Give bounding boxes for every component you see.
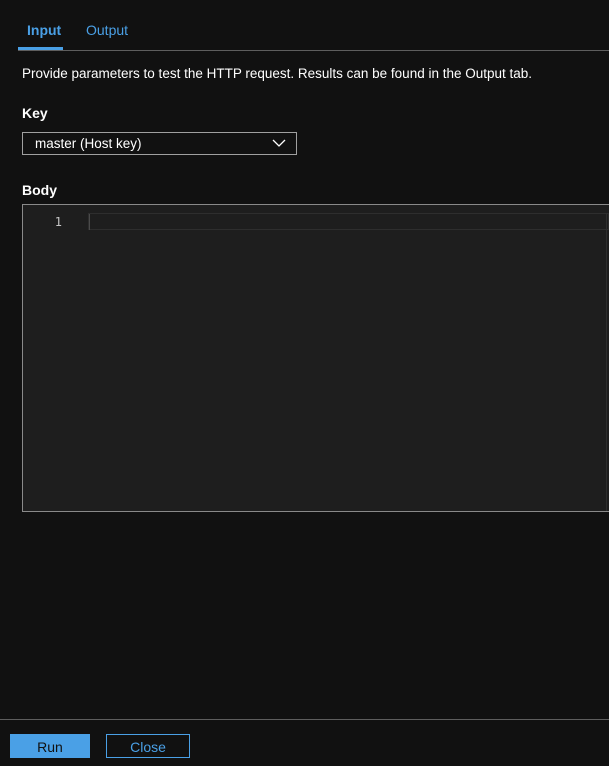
instructions-text: Provide parameters to test the HTTP requ… [22, 66, 533, 81]
text-cursor [89, 214, 90, 230]
key-label: Key [22, 105, 48, 121]
body-editor[interactable]: 1 [22, 204, 609, 512]
tab-bar: Input Output [18, 0, 609, 51]
close-button[interactable]: Close [106, 734, 190, 758]
tab-output[interactable]: Output [77, 22, 137, 38]
tab-input[interactable]: Input [18, 22, 70, 38]
run-button[interactable]: Run [10, 734, 90, 758]
line-number: 1 [54, 215, 62, 229]
editor-gutter: 1 [23, 205, 85, 511]
body-label: Body [22, 182, 57, 198]
current-line-highlight [88, 213, 609, 230]
chevron-down-icon [272, 139, 286, 147]
footer-bar: Run Close [0, 719, 609, 766]
key-selected-value: master (Host key) [35, 136, 142, 151]
key-dropdown[interactable]: master (Host key) [22, 132, 297, 155]
test-request-panel: Input Output Provide parameters to test … [0, 0, 609, 766]
active-tab-indicator [18, 47, 63, 50]
